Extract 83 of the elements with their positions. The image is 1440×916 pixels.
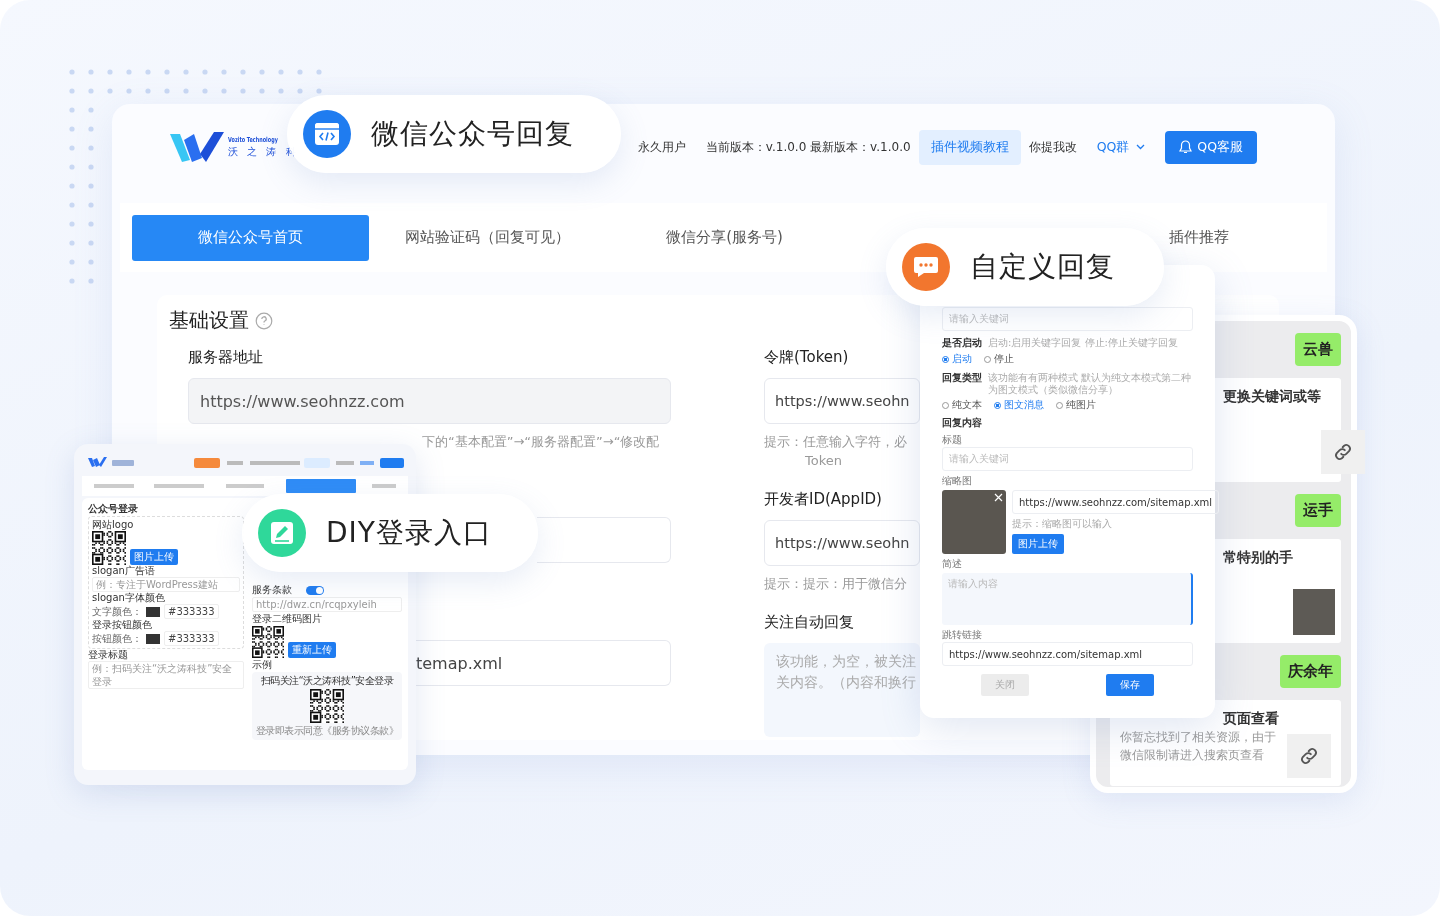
close-icon[interactable]	[994, 493, 1003, 502]
field-label: 按钮颜色：	[92, 631, 142, 646]
tab[interactable]: 插件推荐	[1168, 214, 1229, 261]
radio-option[interactable]: 纯文本	[942, 398, 982, 412]
photo-placeholder	[1293, 589, 1335, 635]
field-label: 开发者ID(AppID)	[764, 490, 883, 510]
chevron-down-icon	[1136, 144, 1146, 150]
reupload-button[interactable]: 重新上传	[288, 642, 336, 658]
chat-bubble: 运手	[1295, 494, 1341, 527]
nav-link[interactable]: 你提我改	[1028, 138, 1077, 156]
field-label: 关注自动回复	[764, 613, 855, 633]
input-field[interactable]: https://www.seohn	[764, 520, 920, 566]
nav-link[interactable]: 永久用户	[637, 138, 686, 156]
hint-text: 提示：提示：用于微信分	[764, 575, 908, 593]
tab[interactable]: 微信分享(服务号)	[666, 214, 783, 261]
input-field[interactable]: https://www.seohnzz.com/sitemap.xml	[1012, 490, 1220, 514]
group-dropdown[interactable]: QQ群	[1096, 138, 1146, 156]
field-label: 文字颜色：	[92, 604, 142, 619]
radio-option[interactable]: 图文消息	[994, 398, 1044, 412]
chat-badge-icon	[902, 243, 950, 291]
tutorial-button[interactable]: 插件视频教程	[918, 129, 1021, 165]
logo-icon	[170, 130, 224, 164]
edit-badge-icon	[258, 509, 306, 557]
bell-icon	[1179, 140, 1193, 154]
upload-button[interactable]: 图片上传	[1012, 534, 1064, 554]
input-field[interactable]: https://www.seohn	[764, 378, 920, 424]
input-field[interactable]	[537, 517, 671, 563]
callout-title: 自定义回复	[970, 249, 1115, 285]
radio-option[interactable]: 纯图片	[1056, 398, 1096, 412]
field-label: slogan字体颜色	[92, 592, 166, 604]
radio-option[interactable]: 启动	[942, 352, 972, 366]
code-badge-icon	[303, 110, 351, 158]
section-label: 回复内容	[942, 416, 983, 430]
field-label: 服务条款	[252, 584, 292, 596]
example-caption: 扫码关注“沃之涛科技”安全登录	[260, 674, 394, 688]
input-field[interactable]: https://www.seohnzz.com/sitemap.xml	[942, 642, 1193, 666]
article-card[interactable]: 页面查看 你暂忘找到了相关资源，由于 微信限制请进入搜索页查看	[1110, 700, 1341, 786]
field-label: slogan广告语	[92, 565, 156, 577]
qr-code	[310, 689, 344, 723]
field-label: 令牌(Token)	[764, 348, 850, 368]
color-swatch[interactable]	[146, 606, 160, 617]
section-title: 基础设置	[169, 307, 249, 334]
callout-title: 微信公众号回复	[371, 116, 574, 152]
input-field[interactable]: #333333	[164, 604, 219, 619]
callout-title: DIY登录入口	[326, 515, 492, 551]
terms-text: 登录即表示同意《服务协议条款》	[255, 724, 399, 738]
field-label: 登录按钮颜色	[92, 619, 153, 631]
field-label: 网站logo	[92, 519, 135, 531]
radio-option[interactable]: 停止	[984, 352, 1014, 366]
logo-subtitle: 沃 之 涛 科	[228, 144, 300, 159]
field-label: 服务器地址	[188, 348, 264, 368]
qr-code	[252, 626, 284, 658]
hint-text: 提示：缩略图可以输入	[1012, 517, 1112, 531]
qr-code	[92, 531, 126, 565]
tab[interactable]: 网站验证码（回复可见）	[405, 214, 570, 261]
hint-text: 启动:启用关键字回复 停止:停止关键字回复	[988, 337, 1178, 349]
section-title: 公众号登录	[88, 503, 138, 514]
field-label: 登录二维码图片	[252, 613, 323, 625]
link-icon[interactable]	[1298, 745, 1320, 767]
input-field[interactable]: https://www.seohnzz.com	[188, 378, 671, 424]
input-field[interactable]: #333333	[164, 631, 219, 646]
field-label: 标题	[942, 433, 963, 447]
field-label: 跳转链接	[942, 628, 983, 642]
save-button[interactable]: 保存	[1106, 674, 1155, 696]
color-swatch[interactable]	[146, 633, 160, 644]
link-icon[interactable]	[1332, 441, 1354, 463]
field-label: 示例	[252, 659, 273, 671]
upload-button[interactable]: 图片上传	[130, 549, 178, 565]
nav-link[interactable]: 当前版本：v.1.0.0 最新版本：v.1.0.0	[705, 138, 911, 156]
field-label: 是否启动	[942, 336, 982, 350]
toggle-switch[interactable]	[306, 585, 324, 595]
chat-bubble: 庆余年	[1280, 655, 1341, 688]
tab[interactable]: 微信公众号首页	[132, 214, 369, 261]
field-label: 登录标题	[88, 649, 129, 661]
chat-bubble: 云兽	[1295, 333, 1341, 366]
hint-text: 下的“基本配置”→“服务器配置”→“修改配	[421, 433, 661, 451]
field-label: 回复类型	[942, 371, 982, 385]
field-value: temap.xml	[416, 653, 503, 673]
field-label: 缩略图	[942, 474, 973, 488]
hint-text: 提示：任意输入字符，必 Token	[764, 433, 908, 470]
field-label: 简述	[942, 557, 963, 571]
support-button[interactable]: QQ客服	[1165, 130, 1257, 164]
input-field[interactable]: temap.xml	[416, 640, 671, 686]
